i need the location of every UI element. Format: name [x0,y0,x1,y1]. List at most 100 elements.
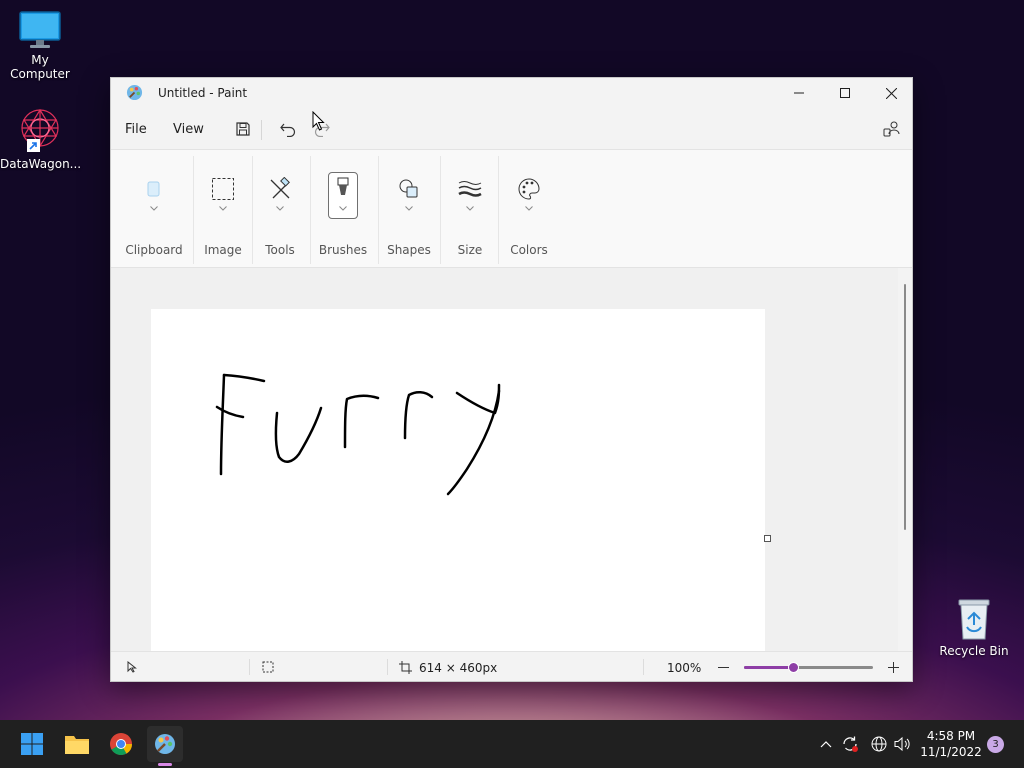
show-hidden-icons-button[interactable] [816,734,836,754]
tray-volume[interactable] [893,734,913,754]
status-bar: 614 × 460px 100% [111,651,912,681]
ribbon-group-clipboard[interactable]: Clipboard [119,150,189,268]
ribbon-toolbar: Clipboard Image Tools Brushes Shapes Siz… [111,149,912,268]
account-button[interactable] [880,117,904,141]
taskbar-paint[interactable] [147,726,183,762]
zoom-in-button[interactable] [886,660,900,674]
chevron-down-icon [150,206,158,211]
title-bar[interactable]: Untitled - Paint [111,78,912,108]
save-icon [236,122,250,136]
chevron-down-icon [219,206,227,211]
desktop-icon-label: My Computer [10,53,70,81]
scrollbar-thumb[interactable] [904,284,906,530]
desktop-icon-my-computer[interactable]: My Computer [0,10,80,81]
file-explorer-icon [65,736,89,754]
account-icon [883,121,900,137]
drawing-canvas[interactable] [151,309,765,651]
undo-button[interactable] [276,117,300,141]
ribbon-group-size[interactable]: Size [442,150,498,268]
canvas-size-indicator [398,660,412,674]
paint-icon [155,734,175,754]
maximize-button[interactable] [822,78,868,108]
crop-icon [398,660,412,674]
brush-icon [337,177,349,195]
canvas-resize-handle[interactable] [764,535,771,542]
chevron-down-icon [276,206,284,211]
clock-date: 11/1/2022 [920,745,982,759]
notification-badge[interactable]: 3 [987,736,1004,753]
datawagon-shortcut-icon [21,108,59,152]
pencil-eraser-icon [270,177,290,199]
file-menu[interactable]: File [125,122,147,137]
cursor-position-indicator [125,660,139,674]
selection-icon [262,661,274,673]
clipboard-icon [147,181,160,197]
ribbon-group-image[interactable]: Image [195,150,251,268]
close-button[interactable] [868,78,914,108]
line-size-icon [458,181,482,197]
ribbon-group-label: Clipboard [125,243,183,257]
freehand-drawing-furry [215,373,501,496]
chevron-up-icon [820,741,832,748]
chevron-down-icon [466,206,474,211]
taskbar-clock[interactable]: 4:58 PM 11/1/2022 [920,728,982,760]
globe-icon [871,736,887,752]
window-title: Untitled - Paint [158,86,248,100]
ribbon-group-label: Colors [510,243,548,257]
chevron-down-icon [339,206,347,211]
desktop-icon-datawagon[interactable]: DataWagon... [0,106,82,171]
view-menu[interactable]: View [173,122,204,137]
zoom-out-button[interactable] [716,660,730,674]
ribbon-group-tools[interactable]: Tools [254,150,306,268]
menu-bar: File View [111,108,912,148]
mouse-cursor-icon [312,111,325,131]
paint-window: Untitled - Paint File View Clipboard Ima… [110,77,913,682]
recycle-bin-icon [958,599,990,640]
ribbon-group-label: Shapes [387,243,431,257]
minimize-icon [794,92,804,94]
taskbar: 4:58 PM 11/1/2022 [0,720,1024,768]
chevron-down-icon [405,206,413,211]
ribbon-group-brushes[interactable]: Brushes [312,150,374,268]
minimize-button[interactable] [776,78,822,108]
maximize-icon [840,88,850,98]
taskbar-file-explorer[interactable] [59,726,95,762]
desktop-icon-recycle-bin[interactable]: Recycle Bin [934,597,1014,658]
ribbon-group-label: Brushes [318,243,368,257]
ribbon-group-shapes[interactable]: Shapes [380,150,438,268]
desktop-icon-label: DataWagon... [0,157,82,171]
ribbon-group-label: Image [204,243,242,257]
speaker-icon [894,736,910,752]
clock-time: 4:58 PM [926,729,976,743]
shapes-icon [399,179,418,198]
canvas-workspace[interactable] [111,268,898,651]
start-icon [21,733,43,755]
tray-network[interactable] [869,734,889,754]
zoom-slider-thumb[interactable] [788,662,800,673]
ribbon-group-colors[interactable]: Colors [500,150,558,268]
start-button[interactable] [14,726,50,762]
palette-icon [518,178,540,200]
ribbon-group-label: Size [457,243,483,257]
selection-size-indicator [261,660,275,674]
tray-sync[interactable] [840,734,860,754]
vertical-scrollbar[interactable] [898,268,912,651]
selection-icon [212,178,234,200]
save-button[interactable] [231,117,255,141]
sync-icon [843,736,858,752]
menu-separator [261,120,262,140]
canvas-dimensions: 614 × 460px [419,661,498,675]
close-icon [885,87,897,99]
paint-app-icon [126,84,143,101]
chrome-icon [110,733,132,755]
chevron-down-icon [525,206,533,211]
active-app-indicator [158,763,172,766]
taskbar-chrome[interactable] [103,726,139,762]
minus-icon [717,666,729,668]
monitor-icon [19,11,61,48]
zoom-level[interactable]: 100% [667,661,701,675]
zoom-slider-fill [744,666,795,669]
pointer-icon [127,661,137,673]
zoom-slider[interactable] [744,662,873,673]
plus-icon [887,661,899,673]
